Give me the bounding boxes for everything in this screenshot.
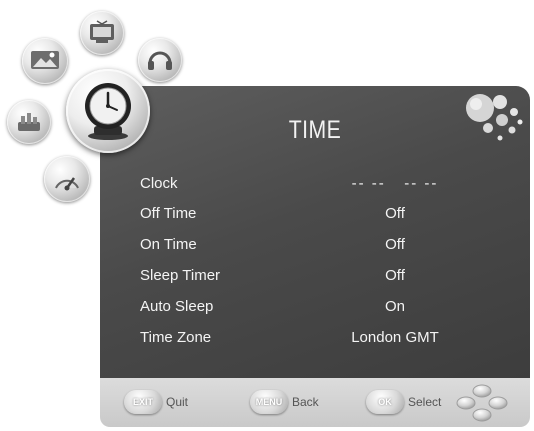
footer-hint-bar: EXIT Quit MENU Back OK Select [100,378,530,427]
back-hint[interactable]: MENU Back [250,388,319,416]
clock-row[interactable]: Clock -- -- -- -- [100,170,530,198]
back-label: Back [292,395,319,409]
clock-label: Clock [140,175,178,192]
auto-sleep-label: Auto Sleep [140,298,214,315]
dpad-icon [456,384,508,422]
on-time-row[interactable]: On Time Off [100,231,530,259]
auto-sleep-value: On [384,298,405,315]
clock-icon[interactable] [66,69,150,153]
time-zone-row[interactable]: Time Zone London GMT [100,324,530,352]
time-menu-panel: TIME Clock -- -- -- -- Off Time Off On T… [100,86,530,378]
channel-category-icon[interactable] [80,11,124,55]
auto-sleep-row[interactable]: Auto Sleep On [100,293,530,321]
on-time-label: On Time [140,236,197,253]
off-time-row[interactable]: Off Time Off [100,200,530,228]
menu-title: TIME [288,116,342,144]
select-label: Select [408,395,442,409]
sound-category-icon[interactable] [138,38,182,82]
lock-category-icon[interactable] [44,156,90,202]
ok-key-icon: OK [366,390,404,414]
sleep-timer-label: Sleep Timer [140,267,221,284]
bubbles-decoration-icon [466,94,523,141]
menu-key-icon: MENU [250,390,288,414]
time-zone-value: London GMT [351,329,439,346]
off-time-label: Off Time [140,205,197,222]
quit-label: Quit [166,395,189,409]
sleep-timer-value: Off [385,267,405,284]
off-time-value: Off [385,205,405,222]
select-hint[interactable]: OK Select [366,388,441,416]
clock-value: -- -- -- -- [351,175,439,192]
on-time-value: Off [385,236,405,253]
setup-category-icon[interactable] [7,100,51,144]
picture-category-icon[interactable] [22,38,68,84]
sleep-timer-row[interactable]: Sleep Timer Off [100,262,530,290]
exit-key-icon: EXIT [124,390,162,414]
quit-hint[interactable]: EXIT Quit [124,388,188,416]
time-zone-label: Time Zone [140,329,212,346]
